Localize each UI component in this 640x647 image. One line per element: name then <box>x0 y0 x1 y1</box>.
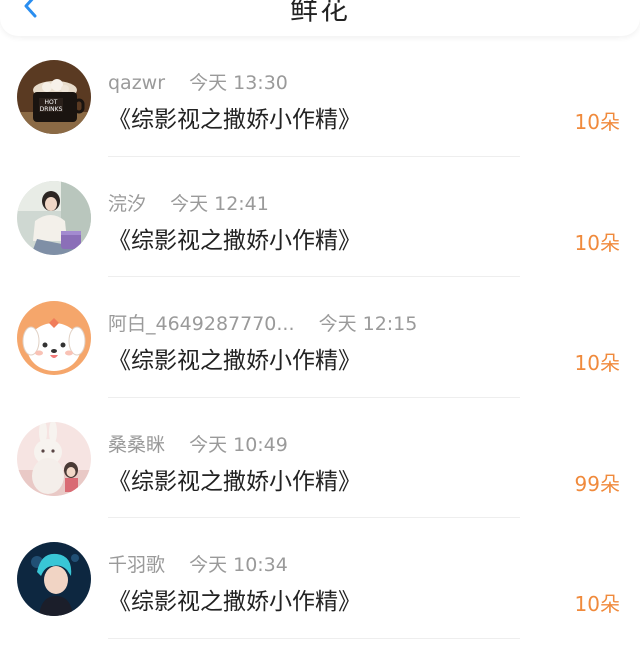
user-name[interactable]: 千羽歌 <box>108 554 165 576</box>
flower-count: 10朵 <box>574 351 620 375</box>
top-nav-bar: 鲜花 <box>0 0 640 36</box>
list-item[interactable]: 阿白_4649287770... 今天 12:15 《综影视之撒娇小作精》 10… <box>0 277 640 398</box>
book-title[interactable]: 《综影视之撒娇小作精》 <box>108 582 361 616</box>
boy-photo-avatar[interactable] <box>17 542 91 616</box>
user-name[interactable]: 桑桑眯 <box>108 434 165 456</box>
user-name[interactable]: qazwr <box>108 72 165 94</box>
bunny-illustration-avatar[interactable] <box>17 421 91 496</box>
svg-text:HOT: HOT <box>45 99 58 106</box>
flower-gift-list: HOT DRINKS qazwr 今天 13:30 《综影视之撒娇小作精》 10… <box>0 36 640 639</box>
timestamp: 今天 12:15 <box>318 313 418 335</box>
user-name[interactable]: 浣汐 <box>108 193 146 215</box>
book-title[interactable]: 《综影视之撒娇小作精》 <box>108 221 361 255</box>
timestamp: 今天 10:49 <box>189 433 288 456</box>
svg-text:DRINKS: DRINKS <box>40 106 63 113</box>
list-item[interactable]: 桑桑眯 今天 10:49 《综影视之撒娇小作精》 99朵 <box>0 398 640 518</box>
flower-count: 10朵 <box>574 592 620 616</box>
cartoon-dog-avatar[interactable] <box>17 301 91 375</box>
book-title[interactable]: 《综影视之撒娇小作精》 <box>108 341 361 375</box>
user-name[interactable]: 阿白_4649287770... <box>108 313 295 335</box>
flower-count: 99朵 <box>574 471 620 496</box>
hot-drink-avatar[interactable]: HOT DRINKS <box>17 60 91 134</box>
book-title[interactable]: 《综影视之撒娇小作精》 <box>108 100 361 134</box>
timestamp: 今天 12:41 <box>170 192 269 215</box>
flower-count: 10朵 <box>574 110 620 134</box>
list-item[interactable]: 浣汐 今天 12:41 《综影视之撒娇小作精》 10朵 <box>0 157 640 277</box>
page-title: 鲜花 <box>289 0 350 26</box>
girl-photo-avatar[interactable] <box>17 180 91 255</box>
divider <box>108 637 520 639</box>
flower-count: 10朵 <box>574 230 620 255</box>
timestamp: 今天 10:34 <box>189 554 288 576</box>
book-title[interactable]: 《综影视之撒娇小作精》 <box>108 462 361 496</box>
list-item[interactable]: 千羽歌 今天 10:34 《综影视之撒娇小作精》 10朵 <box>0 518 640 639</box>
list-item[interactable]: HOT DRINKS qazwr 今天 13:30 《综影视之撒娇小作精》 10… <box>0 36 640 157</box>
timestamp: 今天 13:30 <box>189 72 288 94</box>
